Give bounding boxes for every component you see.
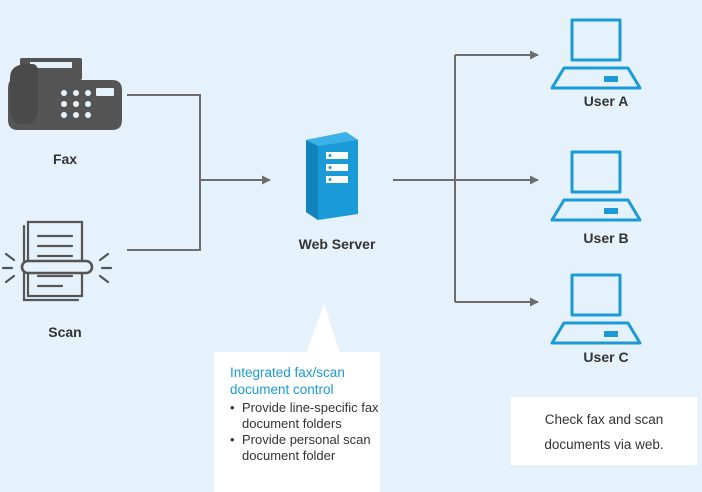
laptop-icon	[550, 273, 642, 345]
laptop-icon	[550, 18, 642, 90]
server-icon	[306, 132, 358, 220]
user-b-label: User B	[583, 230, 629, 246]
note-line-2: documents via web.	[544, 437, 664, 452]
user-note: Check fax and scan documents via web.	[511, 397, 697, 465]
scan-label: Scan	[48, 324, 82, 340]
callout-list: Provide line-specific fax document folde…	[230, 400, 380, 464]
scanned-document-icon	[1, 220, 113, 302]
fax-label: Fax	[52, 151, 78, 167]
user-a-label: User A	[583, 93, 629, 109]
user-c-label: User C	[583, 349, 629, 365]
server-label: Web Server	[298, 236, 376, 252]
callout-item: Provide personal scan document folder	[230, 432, 380, 464]
callout-pointer	[306, 304, 340, 353]
fax-machine-icon	[8, 58, 122, 130]
note-line-1: Check fax and scan	[544, 412, 664, 427]
callout-title: Integrated fax/scan document control	[230, 365, 345, 397]
laptop-icon	[550, 150, 642, 222]
feature-callout: Integrated fax/scan document control Pro…	[214, 352, 380, 492]
fax-connector	[127, 94, 201, 251]
callout-item: Provide line-specific fax document folde…	[230, 400, 380, 432]
